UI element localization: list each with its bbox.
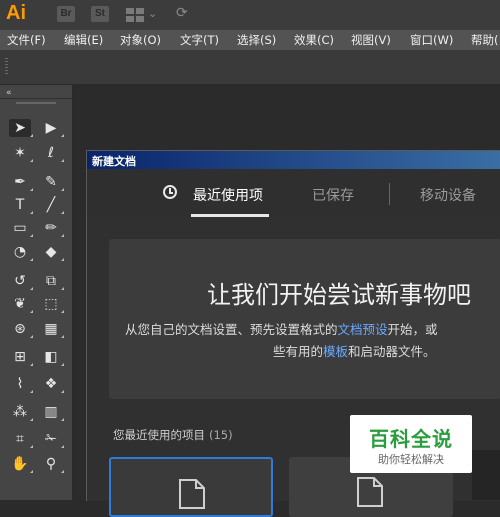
- divider: [0, 98, 72, 99]
- type-tool-icon[interactable]: T: [9, 196, 33, 214]
- scale-tool-icon[interactable]: ⧉: [40, 272, 64, 290]
- background-strip: [472, 450, 500, 500]
- tab-mobile[interactable]: 移动设备: [420, 185, 476, 205]
- control-bar: [0, 50, 500, 85]
- rectangle-tool-icon[interactable]: ▭: [9, 219, 33, 237]
- dialog-title: 新建文档: [92, 155, 136, 168]
- templates-link[interactable]: 模板: [323, 344, 348, 359]
- gradient-tool-icon[interactable]: ◧: [40, 348, 64, 366]
- symbol-sprayer-tool-icon[interactable]: ⁂: [9, 403, 33, 421]
- menu-file[interactable]: 文件(F): [7, 32, 46, 48]
- mesh-tool-icon[interactable]: ⊞: [9, 348, 33, 366]
- workspace-grid-icon[interactable]: [126, 8, 144, 22]
- stock-icon[interactable]: St: [91, 6, 109, 22]
- hand-tool-icon[interactable]: ✋: [9, 455, 33, 473]
- free-transform-tool-icon[interactable]: ⬚: [40, 295, 64, 313]
- sync-icon[interactable]: ⟳: [176, 5, 188, 21]
- eraser-tool-icon[interactable]: ◆: [40, 243, 64, 261]
- lasso-tool-icon[interactable]: ℓ: [40, 144, 64, 162]
- collapse-panel-icon[interactable]: «: [6, 88, 12, 98]
- menu-edit[interactable]: 编辑(E): [64, 32, 103, 48]
- watermark-subtitle: 助你轻松解决: [378, 453, 444, 466]
- tab-divider: [389, 183, 390, 205]
- line-tool-icon[interactable]: ╱: [40, 196, 64, 214]
- chevron-down-icon[interactable]: ⌄: [148, 7, 157, 20]
- magic-wand-tool-icon[interactable]: ✶: [9, 144, 33, 162]
- document-presets-link[interactable]: 文档预设: [338, 322, 388, 337]
- paintbrush-tool-icon[interactable]: ✏: [40, 219, 64, 237]
- recent-items-count: (15): [209, 428, 233, 442]
- welcome-text-line1: 从您自己的文档设置、预先设置格式的文档预设开始，或: [125, 319, 438, 338]
- bridge-icon[interactable]: Br: [57, 6, 75, 22]
- perspective-grid-tool-icon[interactable]: ▦: [40, 320, 64, 338]
- document-icon: [357, 477, 383, 507]
- pen-tool-icon[interactable]: ✒: [9, 173, 33, 191]
- shaper-tool-icon[interactable]: ◔: [9, 243, 33, 261]
- curvature-tool-icon[interactable]: ✎: [40, 173, 64, 191]
- dialog-titlebar[interactable]: 新建文档: [87, 151, 500, 169]
- artboard-tool-icon[interactable]: ⌗: [9, 430, 33, 448]
- menu-effect[interactable]: 效果(C): [294, 32, 334, 48]
- direct-selection-tool-icon[interactable]: ▶: [40, 119, 64, 137]
- slice-tool-icon[interactable]: ✁: [40, 430, 64, 448]
- menu-type[interactable]: 文字(T): [180, 32, 219, 48]
- welcome-title: 让我们开始尝试新事物吧: [207, 281, 471, 309]
- rotate-tool-icon[interactable]: ↺: [9, 272, 33, 290]
- menu-help[interactable]: 帮助(: [471, 32, 499, 48]
- eyedropper-tool-icon[interactable]: ⌇: [9, 375, 33, 393]
- dialog-tabs: 最近使用项 已保存 移动设备: [87, 169, 500, 217]
- warp-tool-icon[interactable]: ❦: [9, 295, 33, 313]
- recent-items-label: 您最近使用的项目 (15): [113, 427, 233, 443]
- tools-panel: « ➤ ▶ ✶ ℓ ✒ ✎ T ╱ ▭ ✏ ◔ ◆ ↺ ⧉ ❦ ⬚ ⊛ ▦ ⊞ …: [0, 85, 73, 500]
- document-icon: [179, 479, 205, 509]
- tab-saved[interactable]: 已保存: [312, 185, 354, 205]
- app-bar: Ai Br St ⌄ ⟳: [0, 0, 500, 30]
- menu-bar: 文件(F) 编辑(E) 对象(O) 文字(T) 选择(S) 效果(C) 视图(V…: [0, 30, 500, 50]
- blend-tool-icon[interactable]: ❖: [40, 375, 64, 393]
- selection-tool-icon[interactable]: ➤: [9, 119, 33, 137]
- recent-item-card[interactable]: [109, 457, 273, 517]
- clock-icon: [163, 185, 177, 199]
- welcome-panel: 让我们开始尝试新事物吧 从您自己的文档设置、预先设置格式的文档预设开始，或 些有…: [109, 239, 500, 399]
- tab-recent[interactable]: 最近使用项: [193, 185, 263, 205]
- welcome-text: 些有用的: [273, 344, 324, 359]
- menu-window[interactable]: 窗口(W): [410, 32, 453, 48]
- panel-grip[interactable]: [16, 102, 56, 104]
- panel-grip[interactable]: [5, 58, 8, 76]
- column-graph-tool-icon[interactable]: ▥: [40, 403, 64, 421]
- zoom-tool-icon[interactable]: ⚲: [40, 455, 64, 473]
- welcome-text: 开始，或: [387, 322, 438, 337]
- menu-object[interactable]: 对象(O): [120, 32, 161, 48]
- menu-view[interactable]: 视图(V): [351, 32, 391, 48]
- menu-select[interactable]: 选择(S): [237, 32, 276, 48]
- welcome-text-line2: 些有用的模板和启动器文件。: [273, 341, 436, 360]
- welcome-text: 从您自己的文档设置、预先设置格式的: [125, 322, 338, 337]
- welcome-text: 和启动器文件。: [348, 344, 436, 359]
- recent-items-title: 您最近使用的项目: [113, 428, 205, 442]
- watermark-title: 百科全说: [369, 427, 453, 451]
- shape-builder-tool-icon[interactable]: ⊛: [9, 320, 33, 338]
- app-logo: Ai: [6, 2, 26, 24]
- watermark: 百科全说 助你轻松解决: [350, 415, 472, 473]
